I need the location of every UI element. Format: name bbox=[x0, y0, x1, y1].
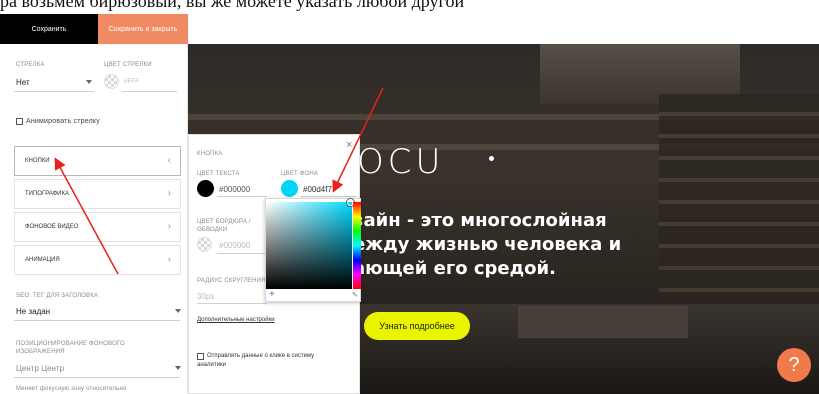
annotation-arrow-buttons bbox=[54, 157, 119, 275]
annotation-arrow-bg-color bbox=[332, 87, 384, 193]
annotation-arrows bbox=[54, 87, 384, 275]
screenshot-root: ра возьмем бирюзовый, вы же можете указа… bbox=[0, 0, 819, 394]
